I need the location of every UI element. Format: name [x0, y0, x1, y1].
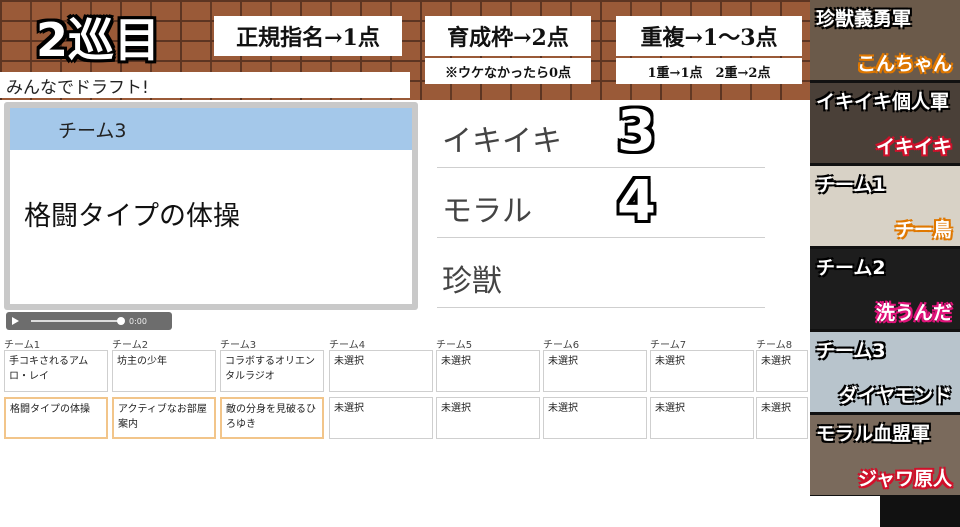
- commentator-panel: モラル血盟軍ジャワ原人: [810, 415, 960, 495]
- draft-grid: チーム1 チーム2 チーム3 チーム4 チーム5 チーム6 チーム7 チーム8 手コキされるアム…: [0, 336, 808, 442]
- team-column-header: チーム3: [220, 340, 257, 351]
- page-subtitle: みんなでドラフト!: [0, 72, 410, 98]
- team-column-header: チーム6: [543, 340, 580, 351]
- commentator-panel: チーム1 チー鳥: [810, 166, 960, 246]
- rule-duplicate-pick: 重複→1〜3点: [616, 16, 802, 56]
- draft-pick-cell: 未選択: [329, 397, 433, 439]
- commentator-sidebar: 珍獣義勇軍こんちゃんイキイキ個人軍イキイキチーム1 チー鳥 チーム2 洗うんだチーム3…: [810, 0, 960, 527]
- score-label: モラル: [442, 194, 532, 229]
- draft-pick-cell: コラボするオリエンタルラジオ: [220, 350, 324, 392]
- draft-pick-cell: 未選択: [543, 397, 647, 439]
- slide-pick-text: 格闘タイプの体操: [24, 201, 240, 232]
- draft-pick-cell: 未選択: [436, 350, 540, 392]
- draft-pick-cell: 手コキされるアムロ・レイ: [4, 350, 108, 392]
- draft-pick-cell: 坊主の少年: [112, 350, 216, 392]
- score-label: イキイキ: [442, 124, 562, 159]
- rule-regular-pick: 正規指名→1点: [214, 16, 402, 56]
- team-column-header: チーム8: [756, 340, 793, 351]
- draft-pick-cell: アクティブなお部屋案内: [112, 397, 216, 439]
- seek-knob[interactable]: [117, 317, 125, 325]
- slide-team-header: チーム3: [10, 108, 412, 150]
- team-column-header: チーム7: [650, 340, 687, 351]
- team-column-header: チーム2: [112, 340, 149, 351]
- panel-team-title: モラル血盟軍: [816, 423, 931, 445]
- play-icon[interactable]: [12, 317, 19, 325]
- seek-bar[interactable]: [31, 317, 125, 325]
- draft-pick-cell: 未選択: [329, 350, 433, 392]
- slide: チーム3 格闘タイプの体操: [10, 108, 412, 304]
- score-row-chinju: 珍獣: [437, 240, 765, 308]
- draft-pick-cell: 未選択: [543, 350, 647, 392]
- score-value: 4: [617, 169, 656, 234]
- panel-team-title: チーム1: [816, 174, 886, 196]
- score-row-moral: モラル 4: [437, 170, 765, 238]
- draft-pick-cell: 格闘タイプの体操: [4, 397, 108, 439]
- team-column-header: チーム4: [329, 340, 366, 351]
- panel-member-name: イキイキ: [875, 136, 952, 158]
- draft-pick-cell: 未選択: [650, 350, 754, 392]
- panel-member-name: ジャワ原人: [857, 468, 952, 490]
- rule-duplicate-note: 1重→1点 2重→2点: [616, 58, 802, 84]
- panel-team-title: 珍獣義勇軍: [816, 8, 912, 30]
- panel-member-name: こんちゃん: [856, 53, 952, 75]
- score-value: 3: [617, 99, 656, 164]
- slide-frame: チーム3 格闘タイプの体操: [4, 102, 418, 310]
- draft-pick-cell: 未選択: [756, 350, 808, 392]
- commentator-panel: チーム2 洗うんだ: [810, 249, 960, 329]
- score-row-ikiiki: イキイキ 3: [437, 100, 765, 168]
- audio-player: 0:00: [6, 312, 172, 330]
- round-title: 2巡目: [35, 13, 160, 67]
- draft-pick-cell: 未選択: [756, 397, 808, 439]
- commentator-panel: チーム3 ダイヤモンド: [810, 332, 960, 412]
- panel-member-name: 洗うんだ: [875, 302, 952, 324]
- player-time: 0:00: [129, 316, 147, 326]
- panel-member-name: ダイヤモンド: [838, 385, 952, 407]
- commentator-panel: イキイキ個人軍イキイキ: [810, 83, 960, 163]
- draft-pick-cell: 未選択: [436, 397, 540, 439]
- panel-team-title: イキイキ個人軍: [816, 91, 950, 113]
- panel-team-title: チーム3: [816, 340, 886, 362]
- panel-team-title: チーム2: [816, 257, 886, 279]
- commentator-panel: 珍獣義勇軍こんちゃん: [810, 0, 960, 80]
- draft-pick-cell: 敵の分身を見破るひろゆき: [220, 397, 324, 439]
- score-label: 珍獣: [442, 264, 502, 299]
- bottom-white-bar: [808, 496, 880, 527]
- team-column-header: チーム5: [436, 340, 473, 351]
- team-column-header: チーム1: [4, 340, 41, 351]
- panel-member-name: チー鳥: [894, 219, 952, 241]
- rule-development-pick: 育成枠→2点: [425, 16, 591, 56]
- draft-pick-cell: 未選択: [650, 397, 754, 439]
- rule-development-note: ※ウケなかったら0点: [425, 58, 591, 84]
